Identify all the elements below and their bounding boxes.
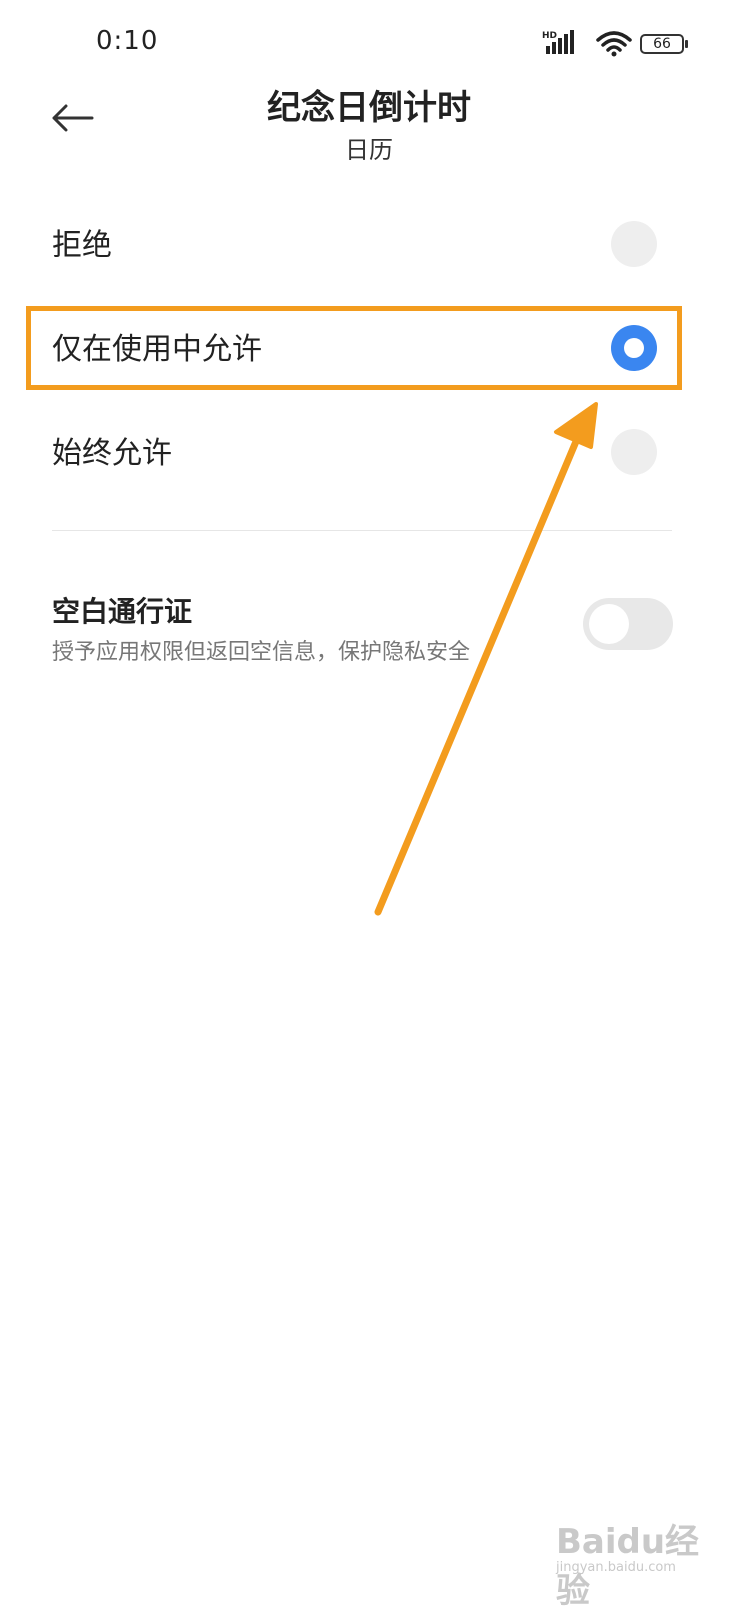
wifi-icon [596,31,632,57]
page-subtitle: 日历 [345,136,393,164]
radio-allow-while-using[interactable] [611,325,657,371]
hd-signal-icon: HD [542,30,574,54]
option-always-allow[interactable]: 始终允许 [0,404,738,504]
blank-pass-toggle[interactable] [583,598,673,650]
radio-deny[interactable] [611,221,657,267]
divider [52,530,672,531]
option-label: 仅在使用中允许 [52,332,262,367]
status-bar: 0:10 HD 66 [0,0,738,80]
battery-icon: 66 [640,34,688,54]
option-allow-while-using[interactable]: 仅在使用中允许 [0,300,738,400]
svg-text:HD: HD [542,31,557,41]
baidu-watermark-logo: Baidu经验 jingyan.baidu.com [556,1504,726,1611]
blank-pass-description: 授予应用权限但返回空信息，保护隐私安全 [52,640,471,665]
toggle-knob [589,604,629,644]
status-time: 0:10 [96,26,159,56]
watermark-sub: jingyan.baidu.com [556,1560,676,1575]
option-label: 拒绝 [52,228,112,263]
page-title: 纪念日倒计时 [267,88,471,128]
option-label: 始终允许 [52,436,172,471]
battery-level: 66 [653,36,671,52]
radio-always-allow[interactable] [611,429,657,475]
blank-pass-title: 空白通行证 [52,595,193,628]
option-deny[interactable]: 拒绝 [0,196,738,296]
